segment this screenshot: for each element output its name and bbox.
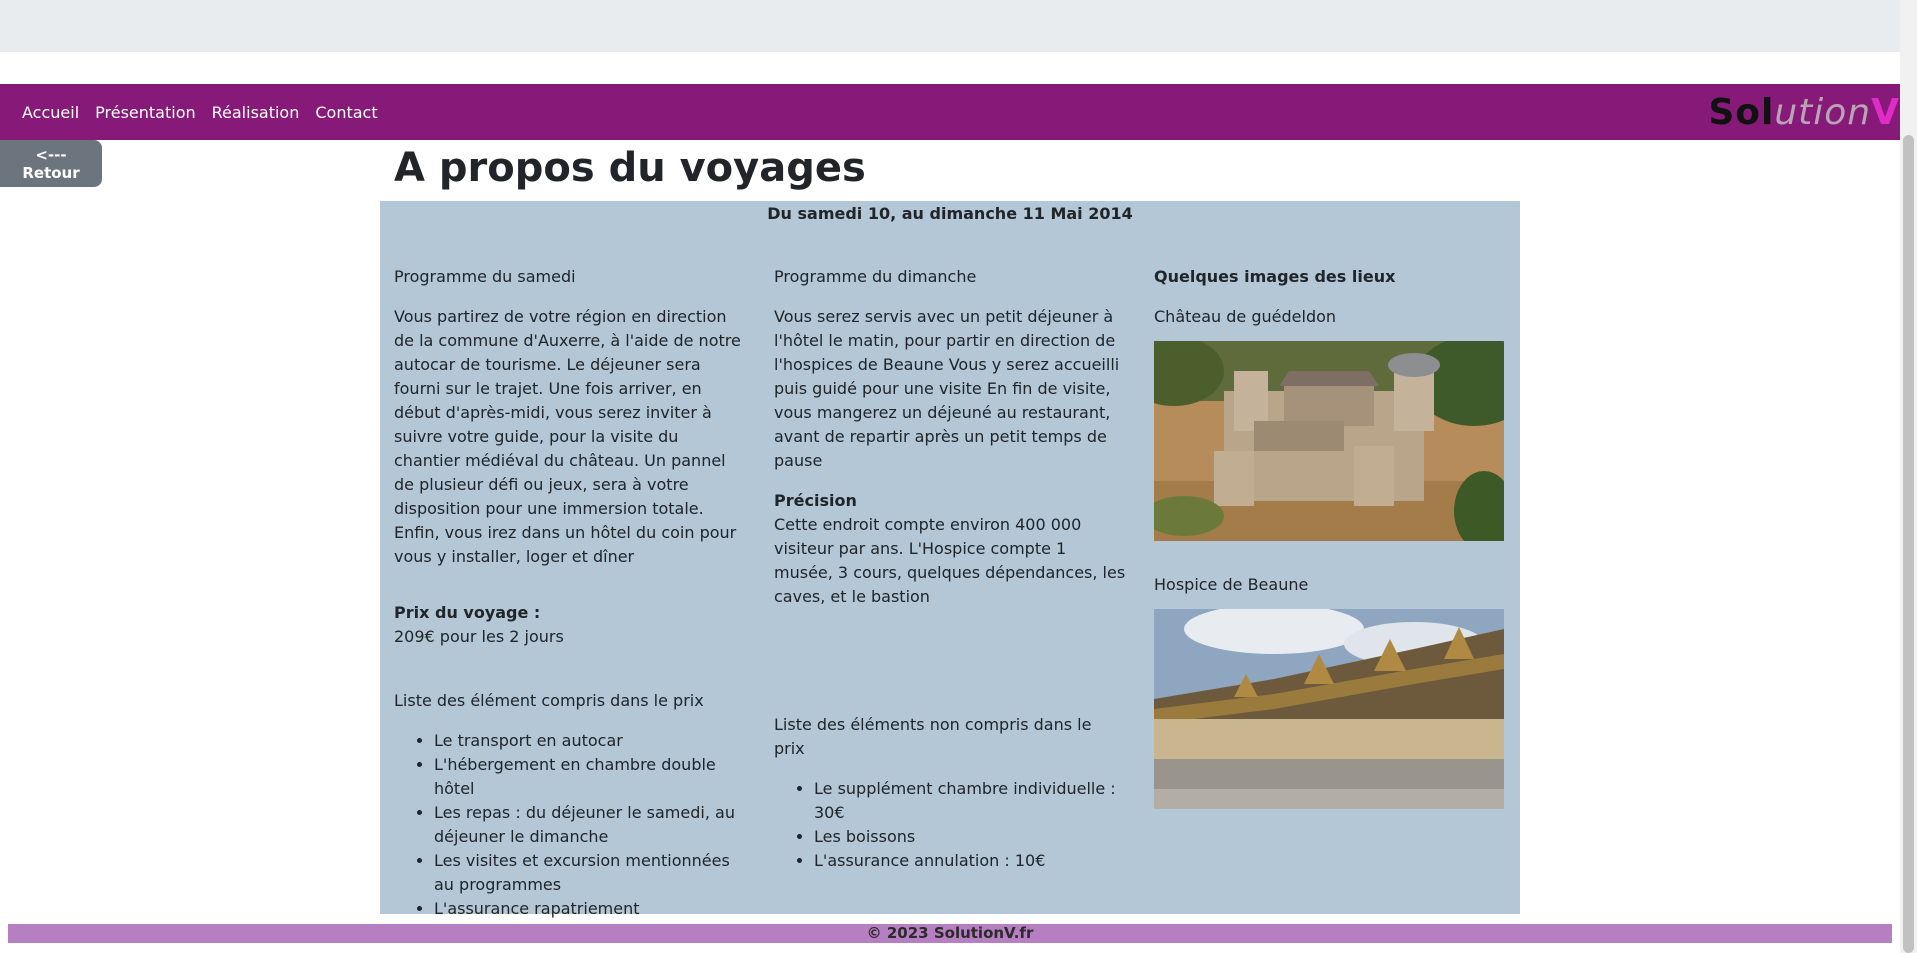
list-item: L'assurance rapatriement — [434, 897, 746, 921]
list-item: Les boissons — [814, 825, 1126, 849]
brand-logo[interactable]: SolutionV — [1708, 92, 1900, 133]
scrollbar-track[interactable] — [1900, 0, 1917, 953]
footer: © 2023 SolutionV.fr — [8, 924, 1892, 943]
not-included-list-heading: Liste des éléments non compris dans le p… — [774, 715, 1092, 758]
nav-link-realisation[interactable]: Réalisation — [212, 103, 300, 122]
saturday-heading: Programme du samedi — [394, 267, 576, 286]
page-title: A propos du voyages — [394, 145, 866, 191]
price-value: 209€ pour les 2 jours — [394, 627, 564, 646]
list-item: Les visites et excursion mentionnées au … — [434, 849, 746, 897]
back-button[interactable]: <--- Retour — [0, 140, 102, 187]
hospice-beaune-image — [1154, 609, 1504, 809]
list-item: L'hébergement en chambre double hôtel — [434, 753, 746, 801]
included-list-heading: Liste des élément compris dans le prix — [394, 691, 704, 710]
browser-top-area — [0, 0, 1917, 52]
logo-part-sol: Sol — [1708, 92, 1775, 133]
sunday-column: Programme du dimanche Vous serez servis … — [774, 265, 1126, 873]
price-label: Prix du voyage : — [394, 603, 541, 622]
list-item: L'assurance annulation : 10€ — [814, 849, 1126, 873]
price-block: Prix du voyage : 209€ pour les 2 jours — [394, 601, 746, 649]
nav-link-contact[interactable]: Contact — [315, 103, 377, 122]
image2-caption: Hospice de Beaune — [1154, 575, 1309, 594]
nav-link-presentation[interactable]: Présentation — [95, 103, 195, 122]
not-included-list: Le supplément chambre individuelle : 30€… — [774, 777, 1126, 873]
nav-links: Accueil Présentation Réalisation Contact — [22, 84, 378, 140]
precision-block: Précision Cette endroit compte environ 4… — [774, 489, 1126, 609]
list-item: Les repas : du déjeuner le samedi, au dé… — [434, 801, 746, 849]
images-heading: Quelques images des lieux — [1154, 267, 1396, 286]
saturday-column: Programme du samedi Vous partirez de vot… — [394, 265, 746, 921]
scrollbar-thumb[interactable] — [1903, 135, 1914, 953]
logo-part-ution: ution — [1774, 92, 1872, 133]
guedelon-castle-image — [1154, 341, 1504, 541]
logo-part-v: V — [1871, 92, 1900, 133]
included-list: Le transport en autocar L'hébergement en… — [394, 729, 746, 921]
list-item: Le supplément chambre individuelle : 30€ — [814, 777, 1126, 825]
list-item: Le transport en autocar — [434, 729, 746, 753]
image1-caption: Château de guédeldon — [1154, 307, 1337, 326]
nav-link-accueil[interactable]: Accueil — [22, 103, 79, 122]
precision-label: Précision — [774, 491, 857, 510]
navbar: Accueil Présentation Réalisation Contact… — [0, 84, 1900, 140]
trip-card: Du samedi 10, au dimanche 11 Mai 2014 Pr… — [380, 201, 1520, 918]
images-column: Quelques images des lieux Château de gué… — [1154, 265, 1506, 809]
sunday-text: Vous serez servis avec un petit déjeuner… — [774, 307, 1120, 470]
saturday-text: Vous partirez de votre région en directi… — [394, 307, 741, 566]
date-range: Du samedi 10, au dimanche 11 Mai 2014 — [767, 204, 1133, 223]
precision-text: Cette endroit compte environ 400 000 vis… — [774, 515, 1126, 606]
sunday-heading: Programme du dimanche — [774, 267, 977, 286]
